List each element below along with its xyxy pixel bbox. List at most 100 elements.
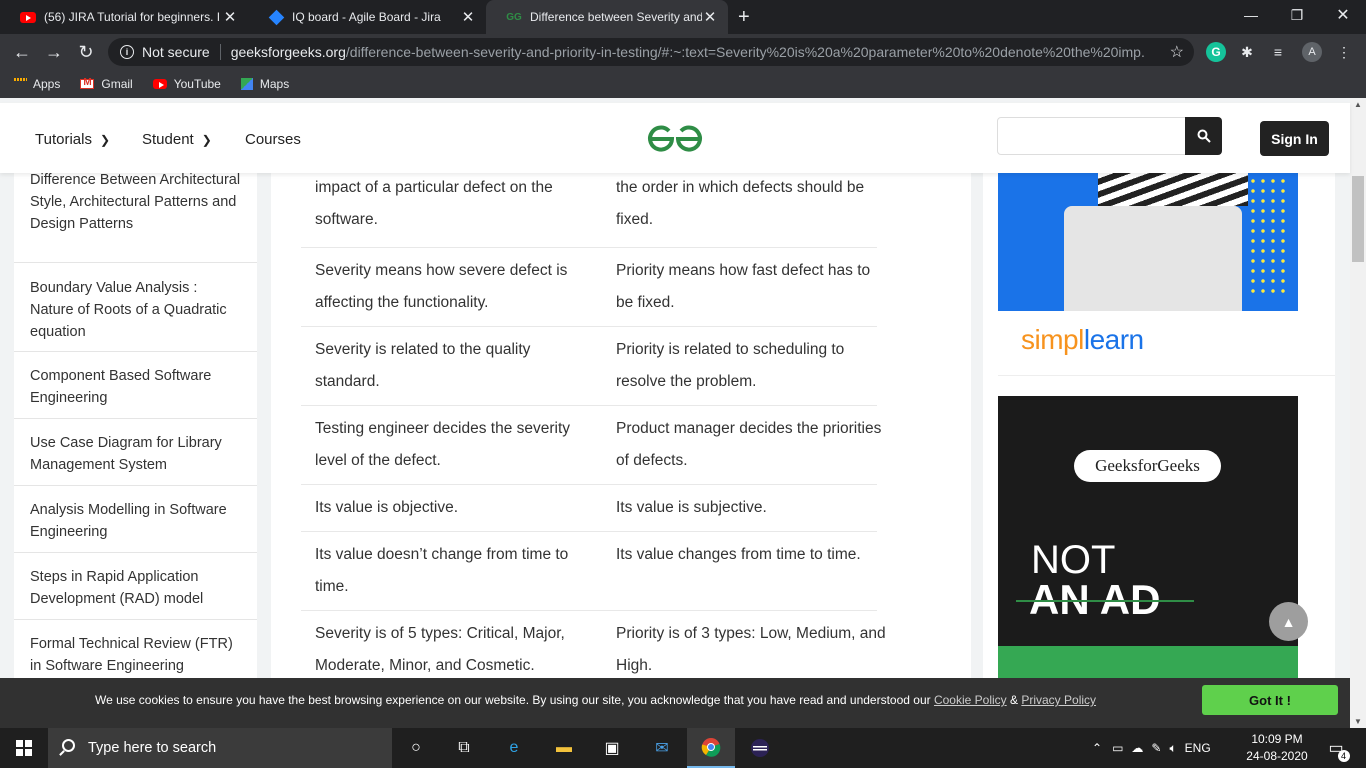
minimize-button[interactable]: — — [1228, 0, 1274, 30]
gfg-not-an-ad-banner[interactable]: GeeksforGeeks NOT AN AD — [998, 396, 1298, 696]
sign-in-button[interactable]: Sign In — [1260, 121, 1329, 156]
start-button[interactable] — [0, 728, 48, 768]
laptop-icon — [1064, 206, 1242, 311]
ad-dot-pattern — [1248, 176, 1288, 296]
severity-cell: Its value doesn’t change from time to ti… — [315, 546, 569, 595]
cortana-icon[interactable]: ○ — [392, 728, 440, 768]
volume-icon[interactable]: 🔈︎ — [1169, 741, 1176, 756]
gfg-logo[interactable] — [646, 123, 704, 153]
priority-cell: Its value changes from time to time. — [616, 546, 861, 563]
bookmark-maps[interactable]: Maps — [240, 77, 289, 91]
sidebar-item-analysis-modelling[interactable]: Analysis Modelling in Software Engineeri… — [14, 486, 257, 553]
chevron-up-icon[interactable]: ⌃ — [1092, 741, 1102, 755]
nav-courses[interactable]: Courses — [245, 131, 301, 148]
media-queue-icon[interactable]: ≡ — [1268, 42, 1288, 62]
extensions-puzzle-icon[interactable]: ✱ — [1237, 42, 1257, 62]
omnibox-separator — [219, 44, 221, 60]
restore-button[interactable]: ❐ — [1274, 0, 1320, 30]
close-icon[interactable]: ✕ — [460, 8, 476, 26]
nav-student[interactable]: Student ❯ — [142, 131, 212, 148]
language-indicator[interactable]: ENG — [1185, 741, 1211, 755]
edge-icon[interactable]: e — [490, 728, 538, 768]
sidebar-item-label: Formal Technical Review (FTR) in Softwar… — [30, 636, 233, 674]
bookmark-youtube[interactable]: YouTube — [152, 77, 221, 91]
close-icon[interactable]: ✕ — [702, 8, 718, 26]
sidebar-item-component-based[interactable]: Component Based Software Engineering — [14, 352, 257, 419]
simplilearn-ad-image[interactable] — [998, 166, 1298, 311]
sidebar-item-label: Boundary Value Analysis : Nature of Root… — [30, 280, 227, 340]
sidebar-item-label: Component Based Software Engineering — [30, 368, 212, 406]
bookmarks-bar: Apps Gmail YouTube Maps — [0, 70, 1366, 98]
simplilearn-logo[interactable]: simpllearn — [1021, 324, 1144, 356]
taskbar-clock[interactable]: 10:09 PM 24-08-2020 — [1246, 731, 1308, 765]
menu-dots-icon[interactable]: ⋮ — [1334, 42, 1354, 62]
severity-cell: Severity means how severe defect is affe… — [315, 262, 568, 311]
battery-icon[interactable]: ▭ — [1112, 741, 1123, 755]
jira-icon — [268, 9, 284, 25]
task-view-icon[interactable]: ⧉ — [440, 728, 488, 768]
gfg-badge: GeeksforGeeks — [1074, 450, 1221, 482]
taskbar-search-box[interactable]: Type here to search — [48, 728, 392, 768]
sidebar-item-boundary-value-analysis[interactable]: Boundary Value Analysis : Nature of Root… — [14, 263, 257, 352]
table-row: Severity is related to the quality stand… — [301, 327, 877, 406]
bookmark-star-icon[interactable]: ☆ — [1170, 42, 1184, 62]
cookie-policy-link[interactable]: Cookie Policy — [934, 693, 1007, 707]
related-articles-sidebar: Difference Between Architectural Style, … — [14, 166, 257, 728]
priority-cell: Its value is subjective. — [616, 499, 767, 516]
chrome-logo-icon — [701, 738, 721, 757]
forward-arrow-icon[interactable]: → — [42, 40, 66, 64]
scroll-to-top-button[interactable]: ▲ — [1269, 602, 1308, 641]
close-window-button[interactable]: ✕ — [1320, 0, 1366, 30]
sidebar-item-label: Steps in Rapid Application Development (… — [30, 569, 204, 607]
sidebar-item-rad-model[interactable]: Steps in Rapid Application Development (… — [14, 553, 257, 620]
url-domain: geeksforgeeks.org — [230, 44, 346, 60]
priority-cell: Product manager decides the priorities o… — [616, 420, 882, 469]
eclipse-icon[interactable] — [736, 728, 784, 768]
bookmark-label: Gmail — [101, 77, 133, 91]
scroll-down-arrow-icon[interactable]: ▼ — [1354, 717, 1362, 726]
close-icon[interactable]: ✕ — [222, 8, 238, 26]
tab-jira-board[interactable]: IQ board - Agile Board - Jira ✕ — [248, 0, 486, 34]
privacy-policy-link[interactable]: Privacy Policy — [1021, 693, 1096, 707]
new-tab-button[interactable]: + — [738, 6, 750, 29]
clock-time: 10:09 PM — [1251, 732, 1303, 746]
network-icon[interactable]: ☁ — [1131, 741, 1143, 755]
page-scrollbar[interactable]: ▲ ▼ — [1350, 98, 1366, 728]
scrollbar-thumb[interactable] — [1352, 176, 1364, 262]
notification-center-icon[interactable]: ▭ 4 — [1314, 728, 1358, 768]
gmail-icon — [80, 77, 95, 89]
scroll-up-arrow-icon[interactable]: ▲ — [1354, 100, 1362, 109]
table-row: Testing engineer decides the severity le… — [301, 406, 881, 485]
got-it-button[interactable]: Got It ! — [1202, 685, 1338, 715]
profile-avatar[interactable]: A — [1302, 42, 1322, 62]
nav-tutorials[interactable]: Tutorials ❯ — [35, 131, 110, 148]
sidebar-item-label: Use Case Diagram for Library Management … — [30, 435, 222, 473]
grammarly-icon[interactable]: G — [1206, 42, 1226, 62]
tab-gfg-active[interactable]: GG Difference between Severity and ✕ — [486, 0, 728, 34]
tab-youtube-jira-tutorial[interactable]: (56) JIRA Tutorial for beginners. I ✕ — [0, 0, 248, 34]
apps-grid-icon — [14, 78, 26, 90]
back-arrow-icon[interactable]: ← — [10, 40, 34, 64]
ad-column: simpllearn GeeksforGeeks NOT AN AD — [983, 166, 1335, 728]
chrome-icon[interactable] — [687, 728, 735, 768]
pen-icon[interactable]: ✎ — [1151, 741, 1161, 755]
bookmark-apps[interactable]: Apps — [14, 77, 60, 91]
address-bar[interactable]: i Not secure geeksforgeeks.org /differen… — [108, 38, 1194, 66]
sidebar-item-use-case-diagram[interactable]: Use Case Diagram for Library Management … — [14, 419, 257, 486]
mail-icon[interactable]: ✉ — [638, 728, 686, 768]
file-explorer-icon[interactable]: ▬ — [540, 728, 588, 768]
reload-icon[interactable]: ↻ — [74, 40, 98, 64]
priority-cell: Priority means how fast defect has to be… — [616, 262, 871, 311]
chevron-down-icon: ❯ — [99, 132, 111, 147]
system-tray: ⌃ ▭ ☁ ✎ 🔈︎ ENG — [1092, 728, 1211, 768]
search-button[interactable] — [1185, 117, 1222, 155]
bookmark-gmail[interactable]: Gmail — [80, 77, 133, 91]
youtube-icon — [20, 9, 36, 25]
ad-divider — [998, 375, 1335, 376]
info-icon[interactable]: i — [120, 45, 134, 59]
search-input[interactable] — [997, 117, 1187, 155]
sidebar-item-architectural-style[interactable]: Difference Between Architectural Style, … — [14, 166, 257, 263]
store-icon[interactable]: ▣ — [588, 728, 636, 768]
eclipse-logo-icon — [751, 739, 769, 757]
cookie-consent-bar: We use cookies to ensure you have the be… — [0, 678, 1350, 728]
